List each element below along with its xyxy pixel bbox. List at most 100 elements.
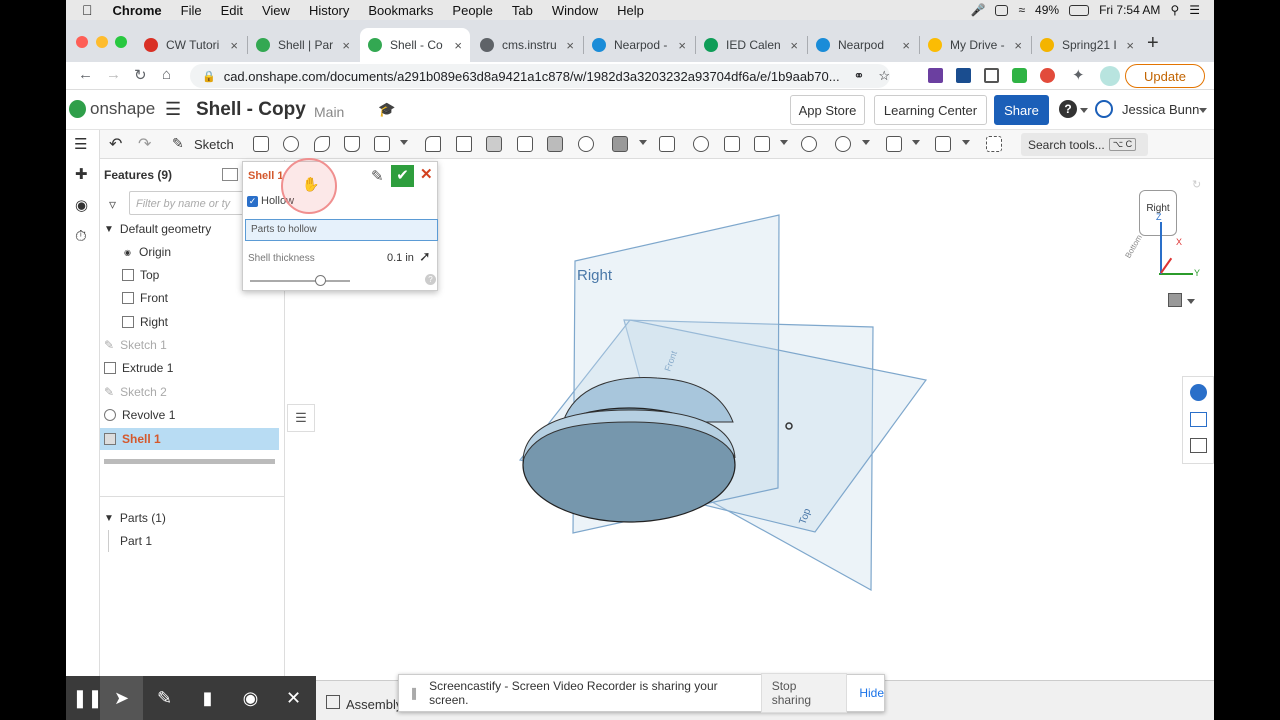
onshape-logo-icon[interactable] bbox=[69, 100, 86, 118]
feature-extrude-1[interactable]: Extrude 1 bbox=[104, 357, 284, 379]
menu-history[interactable]: History bbox=[309, 3, 349, 18]
feature-list-icon[interactable]: ☰ bbox=[74, 135, 87, 153]
dialog-title[interactable]: Shell 1 bbox=[248, 170, 283, 182]
explode-view-icon[interactable] bbox=[1190, 438, 1207, 453]
camera-icon[interactable]: ◉ bbox=[229, 676, 272, 720]
zoom-icon[interactable] bbox=[995, 4, 1009, 16]
transform-icon[interactable] bbox=[754, 136, 770, 152]
close-tab-icon[interactable]: × bbox=[454, 38, 462, 53]
redo-icon[interactable]: ↷ bbox=[138, 134, 151, 154]
menu-tab[interactable]: Tab bbox=[512, 3, 533, 18]
user-name[interactable]: Jessica Bunn bbox=[1122, 102, 1199, 117]
edit-description-icon[interactable]: ✎ bbox=[371, 167, 384, 185]
update-button[interactable]: Update bbox=[1125, 64, 1205, 88]
close-tab-icon[interactable]: × bbox=[1014, 38, 1022, 53]
feature-shell-1[interactable]: Shell 1 bbox=[100, 428, 279, 450]
spotlight-icon[interactable]: ⚲ bbox=[1170, 3, 1179, 17]
menu-view[interactable]: View bbox=[262, 3, 290, 18]
onshape-logo-text[interactable]: onshape bbox=[90, 99, 155, 119]
rollback-bar[interactable] bbox=[104, 459, 275, 464]
cancel-x-button[interactable]: ✕ bbox=[420, 165, 433, 183]
delete-part-icon[interactable] bbox=[801, 136, 817, 152]
pencil-icon[interactable]: ✎ bbox=[172, 135, 184, 152]
branch-label[interactable]: Main bbox=[314, 104, 344, 120]
feature-revolve-1[interactable]: Revolve 1 bbox=[104, 404, 284, 426]
pdf-extension-icon[interactable] bbox=[928, 68, 943, 83]
cursor-icon[interactable]: ➤ bbox=[100, 676, 143, 720]
draft-icon[interactable] bbox=[486, 136, 502, 152]
filter-icon[interactable]: ▿ bbox=[109, 196, 116, 213]
menu-app[interactable]: Chrome bbox=[113, 3, 162, 18]
close-tab-icon[interactable]: × bbox=[678, 38, 686, 53]
browser-tab[interactable]: Shell - Co × bbox=[360, 28, 470, 62]
browser-tab[interactable]: My Drive - × bbox=[920, 28, 1030, 62]
close-window-icon[interactable] bbox=[76, 36, 88, 48]
menu-file[interactable]: File bbox=[181, 3, 202, 18]
close-tab-icon[interactable]: × bbox=[1126, 38, 1134, 53]
parts-to-hollow-field[interactable]: Parts to hollow bbox=[245, 219, 438, 241]
feature-sketch-1[interactable]: ✎ Sketch 1 bbox=[104, 334, 284, 356]
undo-icon[interactable]: ↶ bbox=[109, 134, 122, 154]
drag-handle-icon[interactable]: ❚ bbox=[409, 686, 419, 700]
menu-edit[interactable]: Edit bbox=[221, 3, 243, 18]
document-title[interactable]: Shell - Copy bbox=[196, 99, 306, 121]
shell-thickness-value[interactable]: 0.1 in bbox=[387, 252, 414, 264]
comments-icon[interactable]: ◉ bbox=[75, 196, 88, 214]
add-folder-icon[interactable] bbox=[222, 168, 238, 181]
history-timer-icon[interactable]: ⏱ bbox=[75, 228, 87, 245]
feature-sketch-2[interactable]: ✎ Sketch 2 bbox=[104, 381, 284, 403]
key-icon[interactable]: ⚭ bbox=[853, 68, 864, 84]
bookmark-star-icon[interactable]: ☆ bbox=[878, 68, 890, 84]
view-mode-icon[interactable] bbox=[1168, 293, 1182, 307]
maximize-window-icon[interactable] bbox=[115, 36, 127, 48]
boolean-icon[interactable] bbox=[693, 136, 709, 152]
stop-sharing-button[interactable]: Stop sharing bbox=[760, 673, 848, 713]
url-bar[interactable]: 🔒 cad.onshape.com/documents/a291b089e63d… bbox=[190, 64, 890, 88]
close-icon[interactable]: ✕ bbox=[272, 676, 315, 720]
minimize-window-icon[interactable] bbox=[96, 36, 108, 48]
plane-icon[interactable] bbox=[886, 136, 902, 152]
browser-tab[interactable]: CW Tutori × bbox=[136, 28, 246, 62]
menu-help[interactable]: Help bbox=[617, 3, 644, 18]
thicken-icon[interactable] bbox=[374, 136, 390, 152]
extension-icon[interactable] bbox=[956, 68, 971, 83]
mirror-icon[interactable] bbox=[659, 136, 675, 152]
battery-level[interactable]: 49% bbox=[1035, 3, 1059, 17]
qr-extension-icon[interactable] bbox=[984, 68, 999, 83]
rib-icon[interactable] bbox=[517, 136, 533, 152]
menu-bookmarks[interactable]: Bookmarks bbox=[368, 3, 433, 18]
part-item[interactable]: Part 1 bbox=[120, 530, 300, 552]
hamburger-menu-icon[interactable]: ☰ bbox=[165, 99, 181, 120]
fillet-icon[interactable] bbox=[425, 136, 441, 152]
extrude-icon[interactable] bbox=[253, 136, 269, 152]
green-extension-icon[interactable] bbox=[1012, 68, 1027, 83]
confirm-check-button[interactable]: ✔ bbox=[391, 165, 414, 187]
thickness-slider-knob[interactable] bbox=[315, 275, 326, 286]
hole-icon[interactable] bbox=[578, 136, 594, 152]
section-view-icon[interactable] bbox=[1190, 412, 1207, 427]
close-tab-icon[interactable]: × bbox=[342, 38, 350, 53]
home-icon[interactable]: ⌂ bbox=[162, 66, 171, 83]
search-tools-input[interactable]: Search tools... ⌥ C bbox=[1021, 133, 1148, 156]
shell-icon[interactable] bbox=[547, 136, 563, 152]
browser-tab[interactable]: Spring21 I × bbox=[1032, 28, 1142, 62]
wifi-icon[interactable]: ≈ bbox=[1018, 3, 1025, 17]
close-tab-icon[interactable]: × bbox=[902, 38, 910, 53]
eraser-icon[interactable]: ▮ bbox=[186, 676, 229, 720]
back-icon[interactable]: ← bbox=[78, 66, 93, 83]
app-store-button[interactable]: App Store bbox=[790, 95, 865, 125]
appearance-icon[interactable] bbox=[1190, 384, 1207, 401]
browser-tab[interactable]: IED Calen × bbox=[696, 28, 806, 62]
share-button[interactable]: Share bbox=[994, 95, 1049, 125]
pattern-icon[interactable] bbox=[612, 136, 628, 152]
puzzle-extensions-icon[interactable]: ✦ bbox=[1072, 66, 1085, 84]
pen-icon[interactable]: ✎ bbox=[143, 676, 186, 720]
microphone-icon[interactable]: 🎤 bbox=[971, 3, 986, 17]
apple-icon[interactable]:  bbox=[82, 2, 93, 18]
new-tab-button[interactable]: + bbox=[1147, 32, 1159, 55]
menu-window[interactable]: Window bbox=[552, 3, 598, 18]
forward-icon[interactable]: → bbox=[106, 66, 121, 83]
graduation-cap-icon[interactable]: 🎓 bbox=[378, 101, 395, 118]
revolve-icon[interactable] bbox=[283, 136, 299, 152]
help-icon[interactable]: ? bbox=[425, 274, 436, 285]
